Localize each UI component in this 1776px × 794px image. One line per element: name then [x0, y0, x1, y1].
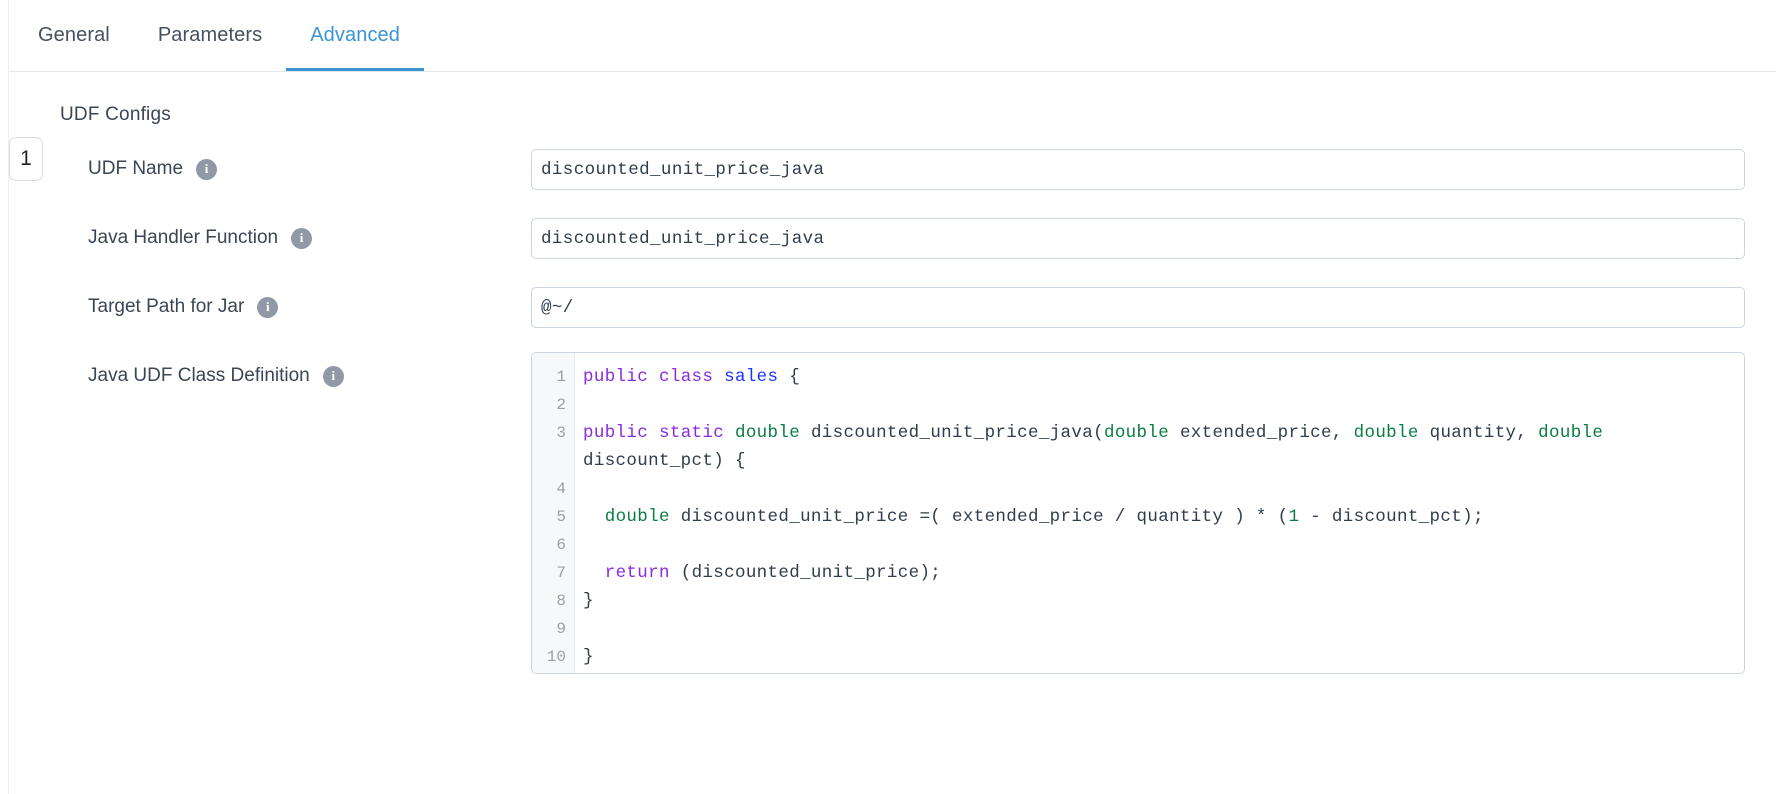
tab-general[interactable]: General	[14, 0, 134, 71]
java-udf-class-definition-editor[interactable]: 1 2 3 4 5 6 7 8 9 10 public class sales { public …	[531, 352, 1745, 674]
editor-line-number-gutter: 1 2 3 4 5 6 7 8 9 10	[532, 353, 575, 673]
tab-advanced[interactable]: Advanced	[286, 0, 424, 71]
section-title: UDF Configs	[60, 104, 171, 125]
tab-bar: General Parameters Advanced	[0, 0, 1776, 72]
info-icon[interactable]: i	[257, 296, 279, 318]
info-icon[interactable]: i	[322, 365, 344, 387]
editor-line-number: 1	[556, 368, 566, 386]
editor-line-number: 5	[556, 508, 566, 526]
udf-name-label-text: UDF Name	[88, 158, 184, 179]
editor-code-line[interactable]: }	[583, 587, 1744, 615]
editor-code-line[interactable]: return (discounted_unit_price);	[583, 559, 1744, 587]
editor-line-number: 10	[546, 648, 566, 666]
target-path-for-jar-input[interactable]: @~/	[531, 287, 1745, 328]
step-number-badge: 1	[9, 137, 43, 181]
java-udf-class-definition-label-text: Java UDF Class Definition	[88, 365, 310, 386]
tab-parameters[interactable]: Parameters	[134, 0, 286, 71]
editor-line-number: 4	[556, 480, 566, 498]
editor-code-line[interactable]: }	[583, 643, 1744, 671]
target-path-for-jar-label-text: Target Path for Jar	[88, 296, 245, 317]
info-icon[interactable]: i	[291, 227, 313, 249]
java-handler-function-input[interactable]: discounted_unit_price_java	[531, 218, 1745, 259]
editor-line-number: 3	[556, 424, 566, 442]
editor-line-number: 2	[556, 396, 566, 414]
editor-code-line[interactable]	[583, 475, 1744, 503]
tab-bar-left-edge	[0, 0, 9, 72]
editor-code-line[interactable]	[583, 531, 1744, 559]
editor-code-line[interactable]	[583, 615, 1744, 643]
editor-line-number: 8	[556, 592, 566, 610]
editor-code-area[interactable]: public class sales { public static doubl…	[575, 353, 1744, 673]
editor-code-line[interactable]: double discounted_unit_price =( extended…	[583, 503, 1744, 531]
editor-code-line[interactable]: public static double discounted_unit_pri…	[583, 419, 1744, 475]
panel-left-rail	[0, 72, 9, 794]
java-handler-function-label-text: Java Handler Function	[88, 227, 279, 248]
editor-line-number: 6	[556, 536, 566, 554]
label-udf-name: UDF Name i	[88, 158, 218, 180]
editor-line-number: 9	[556, 620, 566, 638]
label-target-path-for-jar: Target Path for Jar i	[88, 296, 279, 318]
advanced-tab-panel: UDF Configs 1 UDF Name i discounted_unit…	[0, 72, 1776, 794]
tab-list: General Parameters Advanced	[14, 0, 424, 71]
editor-code-line[interactable]	[583, 391, 1744, 419]
editor-line-number: 7	[556, 564, 566, 582]
udf-name-input[interactable]: discounted_unit_price_java	[531, 149, 1745, 190]
label-java-handler-function: Java Handler Function i	[88, 227, 313, 249]
editor-code-line[interactable]: public class sales {	[583, 363, 1744, 391]
info-icon[interactable]: i	[196, 158, 218, 180]
label-java-udf-class-definition: Java UDF Class Definition i	[88, 365, 344, 387]
